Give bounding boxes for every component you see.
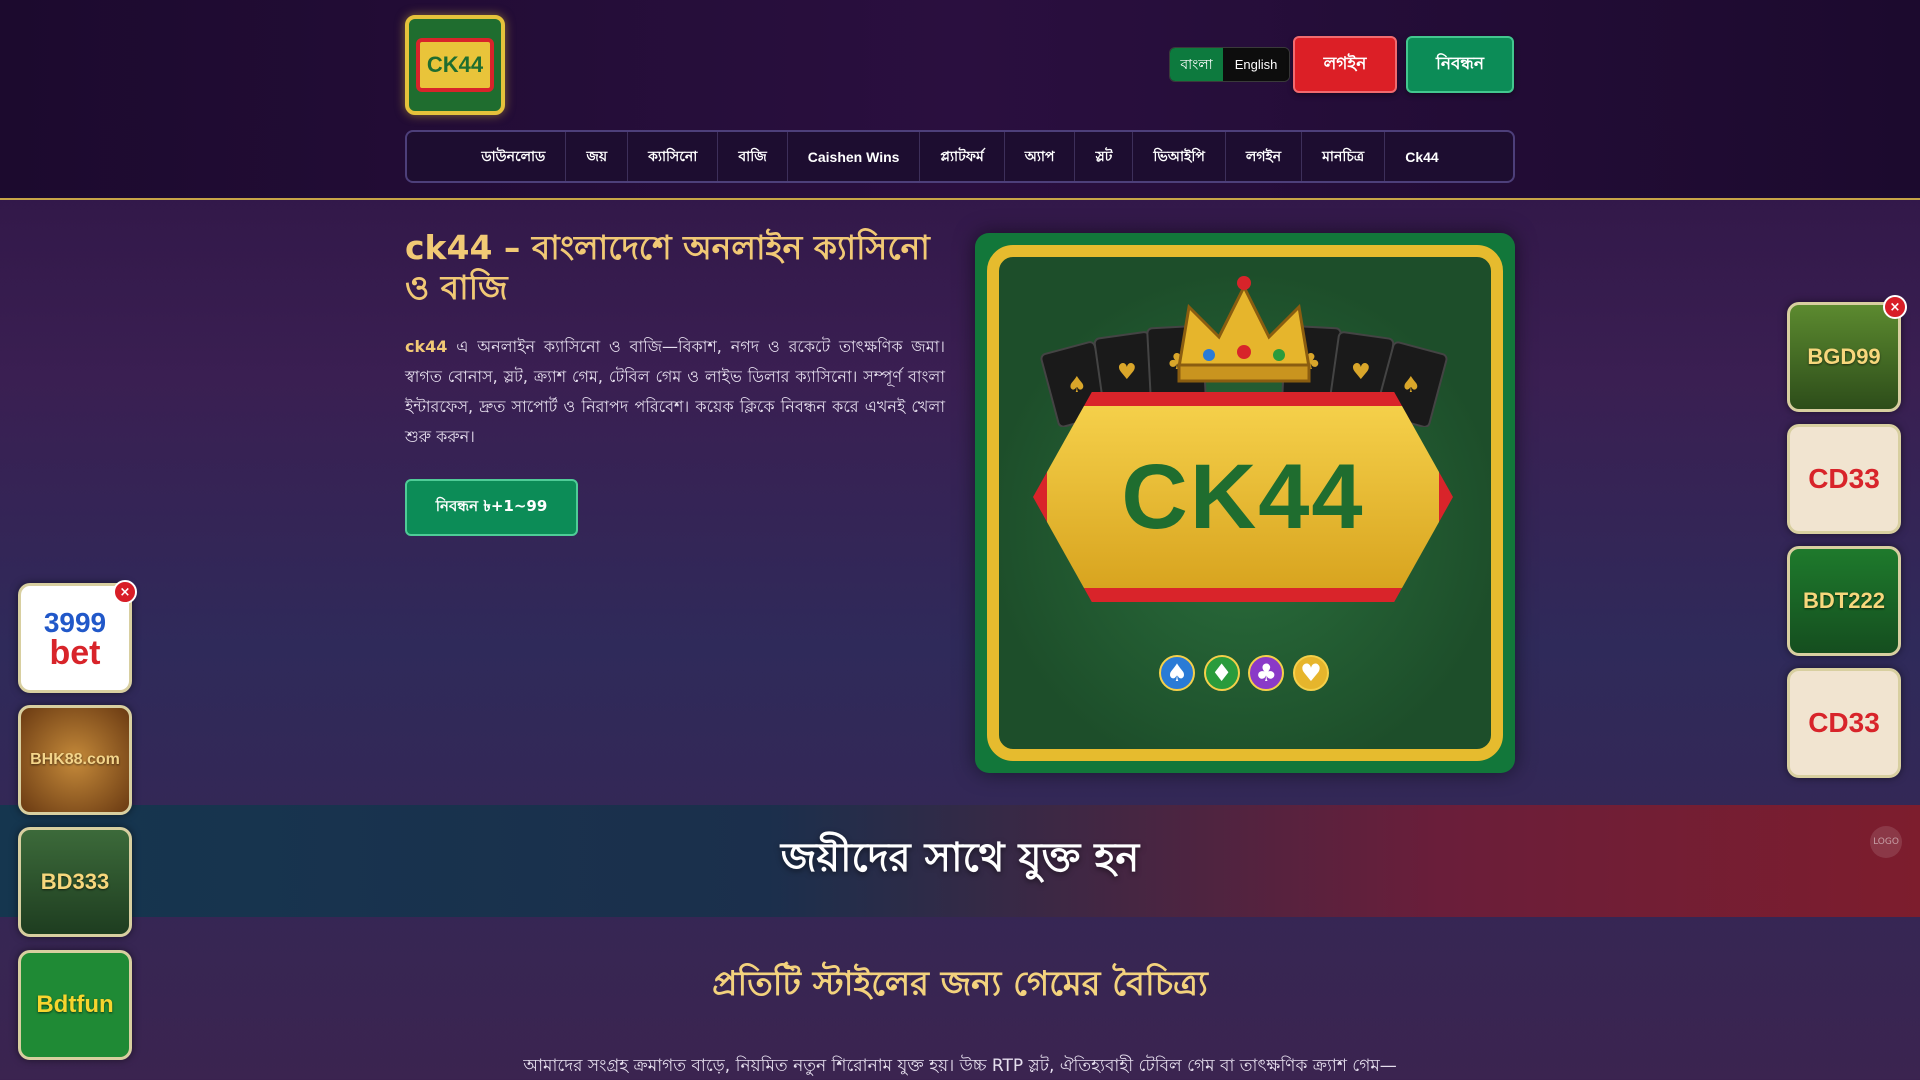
club-icon: ♣ — [1248, 655, 1285, 691]
ad-cd33-first-label: CD33 — [1808, 463, 1880, 494]
site-header: CK44 বাংলা English লগইন নিবন্ধন ডাউনলোড … — [0, 0, 1920, 200]
hero-register-button[interactable]: নিবন্ধন ৳+1~99 — [405, 479, 578, 536]
ck44-emblem: CK44 — [1033, 392, 1453, 602]
ad-bhk88-label: BHK88.com — [30, 751, 120, 768]
language-bangla-button[interactable]: বাংলা — [1170, 48, 1224, 81]
corner-logo-icon[interactable]: LOGO — [1870, 826, 1902, 858]
svg-text:♥: ♥ — [1351, 360, 1371, 385]
spade-icon: ♠ — [1159, 655, 1195, 691]
hero-description: ck44 এ অনলাইন ক্যাসিনো ও বাজি—বিকাশ, নগদ… — [405, 332, 945, 452]
game-variety-description: আমাদের সংগ্রহ ক্রমাগত বাড়ে, নিয়মিত নতু… — [523, 1056, 1397, 1076]
nav-item-caishen-wins[interactable]: Caishen Wins — [788, 132, 921, 181]
ad-bd333-label: BD333 — [40, 869, 110, 894]
close-left-ads-icon[interactable]: × — [113, 580, 137, 604]
language-switcher: বাংলা English — [1169, 47, 1290, 82]
ad-cd33-first[interactable]: CD33 — [1787, 424, 1901, 534]
ad-bhk88[interactable]: BHK88.com — [18, 705, 132, 815]
nav-item-download[interactable]: ডাউনলোড — [461, 132, 567, 181]
svg-text:♥: ♥ — [1117, 360, 1137, 385]
nav-item-map[interactable]: মানচিত্র — [1302, 132, 1386, 181]
ad-bdt222[interactable]: BDT222 — [1787, 546, 1901, 656]
hero-brand-link[interactable]: ck44 — [405, 337, 447, 356]
svg-text:♠: ♠ — [1401, 373, 1421, 398]
emblem-text: CK44 — [1121, 445, 1365, 548]
ad-bdt222-label: BDT222 — [1803, 588, 1885, 613]
nav-item-casino[interactable]: ক্যাসিনো — [628, 132, 719, 181]
heart-icon: ♥ — [1292, 655, 1329, 691]
nav-item-app[interactable]: অ্যাপ — [1005, 132, 1076, 181]
ad-bgd99[interactable]: BGD99 — [1787, 302, 1901, 412]
nav-item-win[interactable]: জয় — [566, 132, 629, 181]
hero-title: ck44 – বাংলাদেশে অনলাইন ক্যাসিনো ও বাজি — [405, 228, 930, 307]
hero-ck44-image: ♠ ♥ ♣ ♣ ♥ ♠ CK44 ♠ ♦ ♣ ♥ — [975, 233, 1515, 773]
ad-bgd99-label: BGD99 — [1807, 344, 1881, 369]
ad-3999bet-line2: bet — [49, 634, 101, 672]
nav-item-platform[interactable]: প্ল্যাটফর্ম — [920, 132, 1005, 181]
main-nav: ডাউনলোড জয় ক্যাসিনো বাজি Caishen Wins প… — [405, 130, 1515, 183]
ad-bdtfun-label: Bdtfun — [36, 991, 114, 1018]
ad-cd33-second[interactable]: CD33 — [1787, 668, 1901, 778]
nav-item-ck44[interactable]: Ck44 — [1385, 132, 1458, 181]
nav-item-login[interactable]: লগইন — [1226, 132, 1303, 181]
card-suits-row: ♠ ♦ ♣ ♥ — [1159, 655, 1329, 695]
nav-item-slots[interactable]: স্লট — [1075, 132, 1134, 181]
ad-cd33-second-label: CD33 — [1808, 707, 1880, 738]
diamond-icon: ♦ — [1203, 655, 1240, 691]
logo-text: CK44 — [416, 38, 494, 92]
hero-description-text: এ অনলাইন ক্যাসিনো ও বাজি—বিকাশ, নগদ ও রক… — [405, 337, 945, 446]
nav-item-betting[interactable]: বাজি — [718, 132, 788, 181]
hero-image-frame: ♠ ♥ ♣ ♣ ♥ ♠ CK44 ♠ ♦ ♣ ♥ — [987, 245, 1503, 761]
nav-item-vip[interactable]: ভিআইপি — [1133, 132, 1226, 181]
language-english-button[interactable]: English — [1223, 48, 1289, 81]
site-logo[interactable]: CK44 — [405, 15, 505, 115]
register-button[interactable]: নিবন্ধন — [1406, 36, 1514, 93]
ad-bd333[interactable]: BD333 — [18, 827, 132, 937]
ad-3999bet-label: 3999 bet — [44, 608, 106, 672]
crown-graphic — [1177, 276, 1311, 383]
svg-text:♠: ♠ — [1067, 373, 1087, 398]
close-right-ads-icon[interactable]: × — [1883, 295, 1907, 319]
game-variety-title: প্রতিটি স্টাইলের জন্য গেমের বৈচিত্র্য — [712, 964, 1208, 1004]
ad-bdtfun[interactable]: Bdtfun — [18, 950, 132, 1060]
login-button[interactable]: লগইন — [1293, 36, 1397, 93]
join-winners-title: জয়ীদের সাথে যুক্ত হন — [780, 835, 1140, 881]
